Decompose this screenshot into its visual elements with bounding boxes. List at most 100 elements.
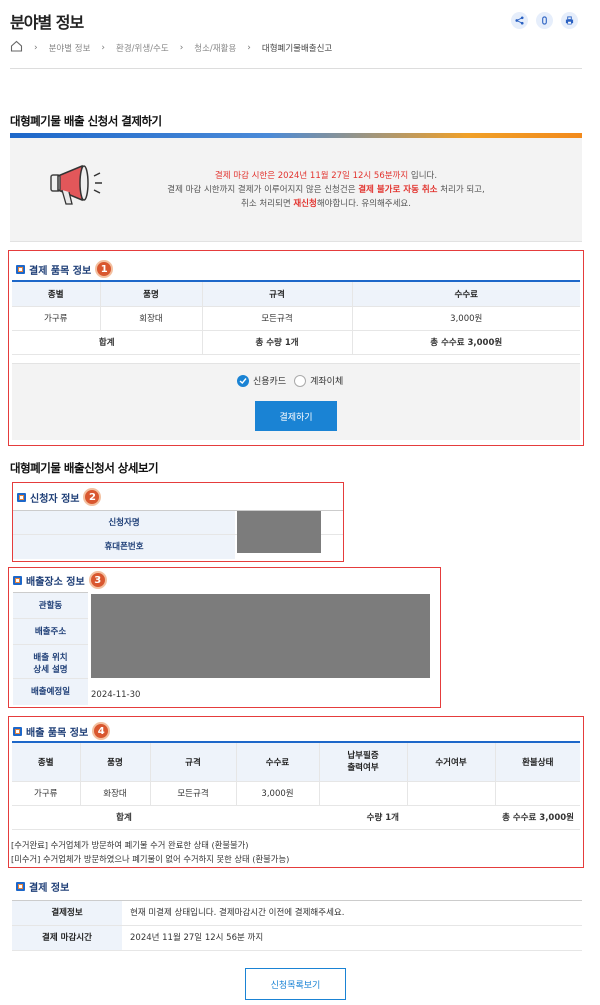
payment-deadline-value: 2024년 11월 27일 12시 56분 까지 [130, 933, 264, 943]
home-icon[interactable] [10, 40, 23, 55]
square-bullet-icon [17, 492, 26, 502]
cell: 가구류 [12, 781, 81, 806]
total-qty: 총 수량 1개 [202, 330, 353, 355]
items-table: 종별 품명 규격 수수료 납부필증 출력여부 수거여부 환불상태 가구류 화장대… [12, 741, 580, 830]
table-row: 가구류 회장대 모든규격 3,000원 [12, 306, 580, 331]
status-notes: [수거완료] 수거업체가 방문하여 폐기물 수거 완료한 상태 (환불불가) [… [11, 838, 289, 866]
chevron-right-icon: › [101, 42, 106, 53]
note-line: [미수거] 수거업체가 방문하였으나 폐기물이 없어 수거하지 못한 상태 (환… [11, 854, 290, 864]
applicant-phone-label: 휴대폰번호 [13, 535, 235, 559]
total-label: 합계 [12, 330, 203, 355]
deadline-text: 결제 마감 시한은 2024년 11월 27일 12시 56분까지 [214, 171, 409, 181]
col-header: 수거여부 [407, 743, 496, 782]
place-labels: 관할동 배출주소 배출 위치 상세 설명 배출예정일 [13, 592, 88, 705]
credit-card-radio[interactable] [237, 374, 249, 387]
square-bullet-icon [13, 726, 22, 736]
place-row-label: 배출주소 [13, 619, 88, 645]
square-bullet-icon [16, 264, 25, 274]
payment-method-panel: 신용카드 계좌이체 결제하기 [12, 363, 580, 440]
cell [319, 781, 408, 806]
step-badge: 1 [95, 260, 114, 278]
col-header: 수수료 [352, 282, 580, 307]
step-badge: 2 [83, 488, 102, 506]
notice-text: 처리가 되고, [437, 185, 485, 195]
note-line: [수거완료] 수거업체가 방문하여 폐기물 수거 완료한 상태 (환불불가) [11, 840, 249, 850]
pay-button[interactable]: 결제하기 [255, 401, 337, 431]
col-header: 수수료 [236, 743, 320, 782]
square-bullet-icon [16, 882, 25, 891]
cell: 가구류 [12, 306, 101, 331]
col-header: 종별 [12, 743, 81, 782]
applicant-table: 신청자명 휴대폰번호 [13, 510, 343, 559]
share-icon[interactable] [511, 12, 528, 29]
redacted-block [91, 594, 430, 678]
applicant-label: 신청자 정보 2 [17, 488, 102, 506]
pay-items-title: 결제 품목 정보 [29, 265, 92, 277]
place-row-label: 배출예정일 [13, 679, 88, 705]
section-title-payment: 대형폐기물 배출 신청서 결제하기 [10, 114, 162, 128]
divider [10, 68, 582, 69]
total-row: 합계 총 수량 1개 총 수수료 3,000원 [12, 330, 580, 355]
payment-info-table: 결제정보 현재 미결제 상태입니다. 결제마감시간 이전에 결제해주세요. 결제… [12, 900, 582, 951]
pay-items-section: 결제 품목 정보 1 종별 품명 규격 수수료 가구류 회장대 모든규격 3,0… [8, 250, 584, 446]
breadcrumb-item[interactable]: 청소/재활용 [194, 42, 236, 54]
print-icon[interactable] [561, 12, 578, 29]
place-row-label: 관할동 [13, 593, 88, 619]
disposal-date: 2024-11-30 [91, 690, 141, 700]
breadcrumb-item[interactable]: 환경/위생/수도 [116, 42, 169, 54]
section-title-detail: 대형폐기물 배출신청서 상세보기 [10, 461, 159, 475]
notice-text: 취소 처리되면 [241, 199, 294, 209]
notice-emphasis: 재신청 [293, 199, 317, 209]
notice-box: 결제 마감 시한은 2024년 11월 27일 12시 56분까지 입니다. 결… [10, 138, 582, 242]
col-header: 품명 [80, 743, 151, 782]
notice-text: 입니다. [408, 171, 438, 181]
breadcrumb-current: 대형폐기물배출신고 [261, 43, 333, 54]
place-row-label: 배출 위치 상세 설명 [13, 645, 88, 679]
chevron-right-icon: › [179, 42, 184, 53]
total-row: 합계 수량 1개 총 수수료 3,000원 [12, 805, 580, 830]
applicant-name-label: 신청자명 [13, 511, 235, 534]
cell: 모든규격 [202, 306, 353, 331]
applicant-title: 신청자 정보 [30, 493, 80, 505]
applicant-section: 신청자 정보 2 신청자명 휴대폰번호 [12, 482, 344, 562]
breadcrumb: › 분야별 정보 › 환경/위생/수도 › 청소/재활용 › 대형폐기물배출신고 [10, 40, 332, 55]
chevron-right-icon: › [247, 42, 251, 53]
list-button[interactable]: 신청목록보기 [245, 968, 346, 1000]
payment-info-key: 결제정보 [12, 901, 122, 925]
disposal-items-section: 배출 품목 정보 4 종별 품명 규격 수수료 납부필증 출력여부 수거여부 환… [8, 716, 584, 868]
cell: 회장대 [100, 306, 203, 331]
total-label: 합계 [12, 805, 236, 830]
total-fee: 총 수수료 3,000원 [407, 805, 580, 830]
notice-text: 결제 마감 시한까지 결제가 이루어지지 않은 신청건은 [167, 185, 359, 195]
chevron-right-icon: › [34, 42, 38, 53]
payment-info-value: 현재 미결제 상태입니다. 결제마감시간 이전에 결제해주세요. [130, 908, 345, 918]
step-badge: 3 [88, 571, 107, 589]
place-label: 배출장소 정보 3 [13, 571, 107, 589]
pay-items-label: 결제 품목 정보 1 [16, 260, 114, 278]
cell: 3,000원 [236, 781, 320, 806]
total-qty: 수량 1개 [236, 805, 407, 830]
link-icon[interactable] [536, 12, 553, 29]
col-header: 환불상태 [495, 743, 580, 782]
credit-card-label[interactable]: 신용카드 [253, 374, 286, 387]
col-header: 규격 [202, 282, 353, 307]
cell [407, 781, 496, 806]
col-header: 종별 [12, 282, 101, 307]
breadcrumb-item[interactable]: 분야별 정보 [49, 42, 91, 54]
page-title: 분야별 정보 [10, 13, 84, 32]
cell: 모든규격 [150, 781, 237, 806]
notice-emphasis: 결제 불가로 자동 취소 [358, 185, 438, 195]
payment-info-label: 결제 정보 [16, 879, 69, 894]
items-label: 배출 품목 정보 4 [13, 722, 111, 740]
notice-text: 해야합니다. 유의해주세요. [316, 199, 411, 209]
col-header: 납부필증 출력여부 [319, 743, 408, 782]
items-title: 배출 품목 정보 [26, 727, 89, 739]
place-section: 배출장소 정보 3 관할동 배출주소 배출 위치 상세 설명 배출예정일 202… [8, 567, 441, 708]
cell: 3,000원 [352, 306, 580, 331]
redacted-block [237, 511, 321, 553]
bank-transfer-label[interactable]: 계좌이체 [310, 374, 343, 387]
bank-transfer-radio[interactable] [294, 374, 307, 387]
col-header: 품명 [100, 282, 203, 307]
step-badge: 4 [92, 722, 111, 740]
total-fee: 총 수수료 3,000원 [352, 330, 580, 355]
